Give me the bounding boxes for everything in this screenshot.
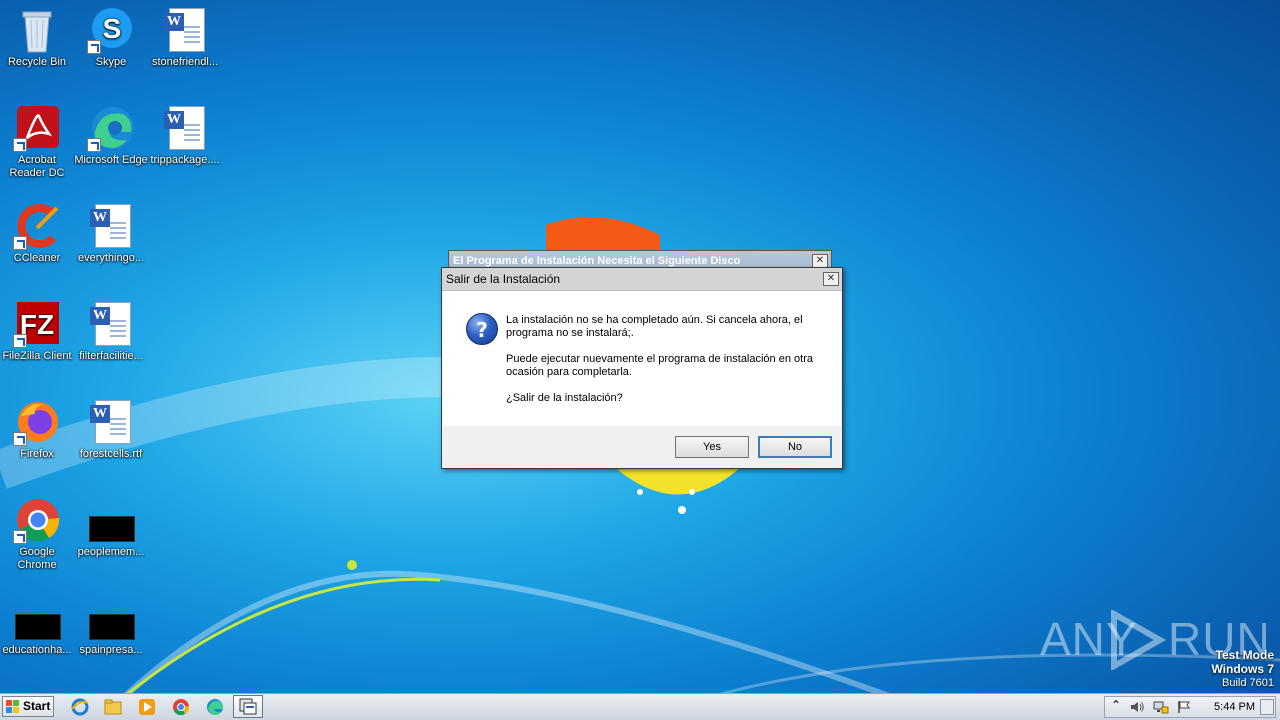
edge-icon [87, 104, 135, 152]
shortcut-arrow-icon [13, 236, 27, 250]
dialog-title: Salir de la Instalación [442, 268, 842, 291]
word-document-icon: W [87, 300, 135, 348]
desktop-icon-microsoft-edge[interactable]: Microsoft Edge [74, 104, 148, 167]
taskbar: Start ⌃ 5:44 PM [0, 693, 1280, 720]
desktop-icon-acrobat-reader[interactable]: Acrobat Reader DC [0, 104, 74, 180]
svg-text:S: S [103, 13, 122, 44]
test-mode-line: Test Mode [1215, 648, 1274, 662]
close-icon[interactable]: ✕ [823, 272, 839, 286]
skype-icon: S [87, 6, 135, 54]
windows-logo-icon [6, 700, 19, 713]
system-tray: ⌃ 5:44 PM [1104, 696, 1276, 718]
firefox-icon [13, 398, 61, 446]
word-document-icon: W [87, 202, 135, 250]
dialog-message: Puede ejecutar nuevamente el programa de… [506, 353, 813, 378]
desktop-icon-label: filterfacilitie... [79, 350, 143, 362]
dialog-question: ¿Salir de la instalación? [506, 392, 623, 404]
internet-explorer-icon[interactable] [70, 697, 90, 717]
desktop-icon-skype[interactable]: S Skype [74, 6, 148, 69]
shortcut-arrow-icon [13, 530, 27, 544]
recycle-bin-icon [13, 6, 61, 54]
setup-app-icon [239, 698, 257, 715]
word-document-icon: W [87, 398, 135, 446]
filezilla-icon: FZ [13, 300, 61, 348]
black-file-icon [13, 594, 61, 642]
desktop-icon-trippackage[interactable]: W trippackage.... [148, 104, 222, 167]
shortcut-arrow-icon [87, 138, 101, 152]
chrome-icon[interactable] [171, 697, 191, 717]
desktop-icon-label: spainpresa... [79, 644, 143, 656]
shortcut-arrow-icon [13, 334, 27, 348]
clock[interactable]: 5:44 PM [1214, 697, 1255, 717]
desktop-icon-recycle-bin[interactable]: Recycle Bin [0, 6, 74, 69]
dialog-content: ? La instalación no se ha completado aún… [443, 291, 841, 426]
play-logo-icon [1111, 610, 1167, 670]
desktop-icon-label: everythingo... [77, 252, 145, 264]
desktop-icon-spainpresa[interactable]: spainpresa... [74, 594, 148, 657]
desktop-icon-label: Acrobat Reader DC [9, 154, 65, 179]
show-desktop-button[interactable] [1260, 699, 1274, 715]
exit-setup-dialog: Salir de la Instalación ✕ ? La instalaci… [441, 267, 843, 469]
windows-version-line: Windows 7 [1211, 662, 1274, 676]
action-center-flag-icon[interactable] [1177, 700, 1191, 714]
desktop-icon-stonefriendl[interactable]: W stonefriendl... [148, 6, 222, 69]
word-document-icon: W [161, 6, 209, 54]
desktop-icon-label: Skype [95, 56, 127, 68]
desktop-icon-peoplemem[interactable]: peoplemem... [74, 496, 148, 559]
desktop-icon-label: educationha... [2, 644, 72, 656]
start-button[interactable]: Start [2, 696, 54, 717]
show-hidden-icons-chevron-icon[interactable]: ⌃ [1111, 698, 1121, 712]
acrobat-icon [13, 104, 61, 152]
file-explorer-icon[interactable] [103, 697, 123, 717]
desktop-icon-google-chrome[interactable]: Google Chrome [0, 496, 74, 572]
dialog-message: La instalación no se ha completado aún. … [506, 314, 803, 339]
taskbar-setup-app[interactable] [233, 695, 263, 718]
black-file-icon [87, 496, 135, 544]
close-icon[interactable]: ✕ [812, 254, 828, 268]
desktop-icon-label: Microsoft Edge [74, 154, 148, 166]
chrome-icon [13, 496, 61, 544]
word-document-icon: W [161, 104, 209, 152]
desktop-icon-filezilla[interactable]: FZ FileZilla Client [0, 300, 74, 363]
volume-icon[interactable] [1129, 700, 1145, 714]
desktop-icon-educationha[interactable]: educationha... [0, 594, 74, 657]
shortcut-arrow-icon [87, 40, 101, 54]
desktop-icon-filterfacilitie[interactable]: W filterfacilitie... [74, 300, 148, 363]
no-button[interactable]: No [758, 436, 832, 458]
desktop-icon-label: FileZilla Client [2, 350, 72, 362]
desktop-icon-label: Recycle Bin [7, 56, 67, 68]
desktop-icon-label: peoplemem... [77, 546, 145, 558]
desktop-icon-label: CCleaner [13, 252, 61, 264]
edge-icon[interactable] [205, 697, 225, 717]
desktop-icon-label: stonefriendl... [151, 56, 219, 68]
desktop-icon-label: Google Chrome [17, 546, 57, 571]
media-player-icon[interactable] [137, 697, 157, 717]
desktop-icon-label: Firefox [20, 448, 54, 460]
network-icon[interactable] [1153, 700, 1169, 714]
desktop-icon-label: trippackage.... [150, 154, 220, 166]
shortcut-arrow-icon [13, 432, 27, 446]
desktop-icon-label: forestcells.rtf [79, 448, 143, 460]
black-file-icon [87, 594, 135, 642]
ccleaner-icon [13, 202, 61, 250]
desktop-icon-firefox[interactable]: Firefox [0, 398, 74, 461]
desktop-icon-ccleaner[interactable]: CCleaner [0, 202, 74, 265]
question-icon: ? [466, 313, 498, 345]
shortcut-arrow-icon [13, 138, 27, 152]
anyrun-watermark: ANY RUN [1040, 608, 1270, 672]
test-mode-notice: Test Mode Windows 7 Build 7601 [1211, 648, 1274, 690]
desktop-icon-everythingo[interactable]: W everythingo... [74, 202, 148, 265]
desktop-icon-forestcells[interactable]: W forestcells.rtf [74, 398, 148, 461]
build-line: Build 7601 [1222, 677, 1274, 689]
yes-button[interactable]: Yes [675, 436, 749, 458]
start-label: Start [23, 699, 51, 713]
